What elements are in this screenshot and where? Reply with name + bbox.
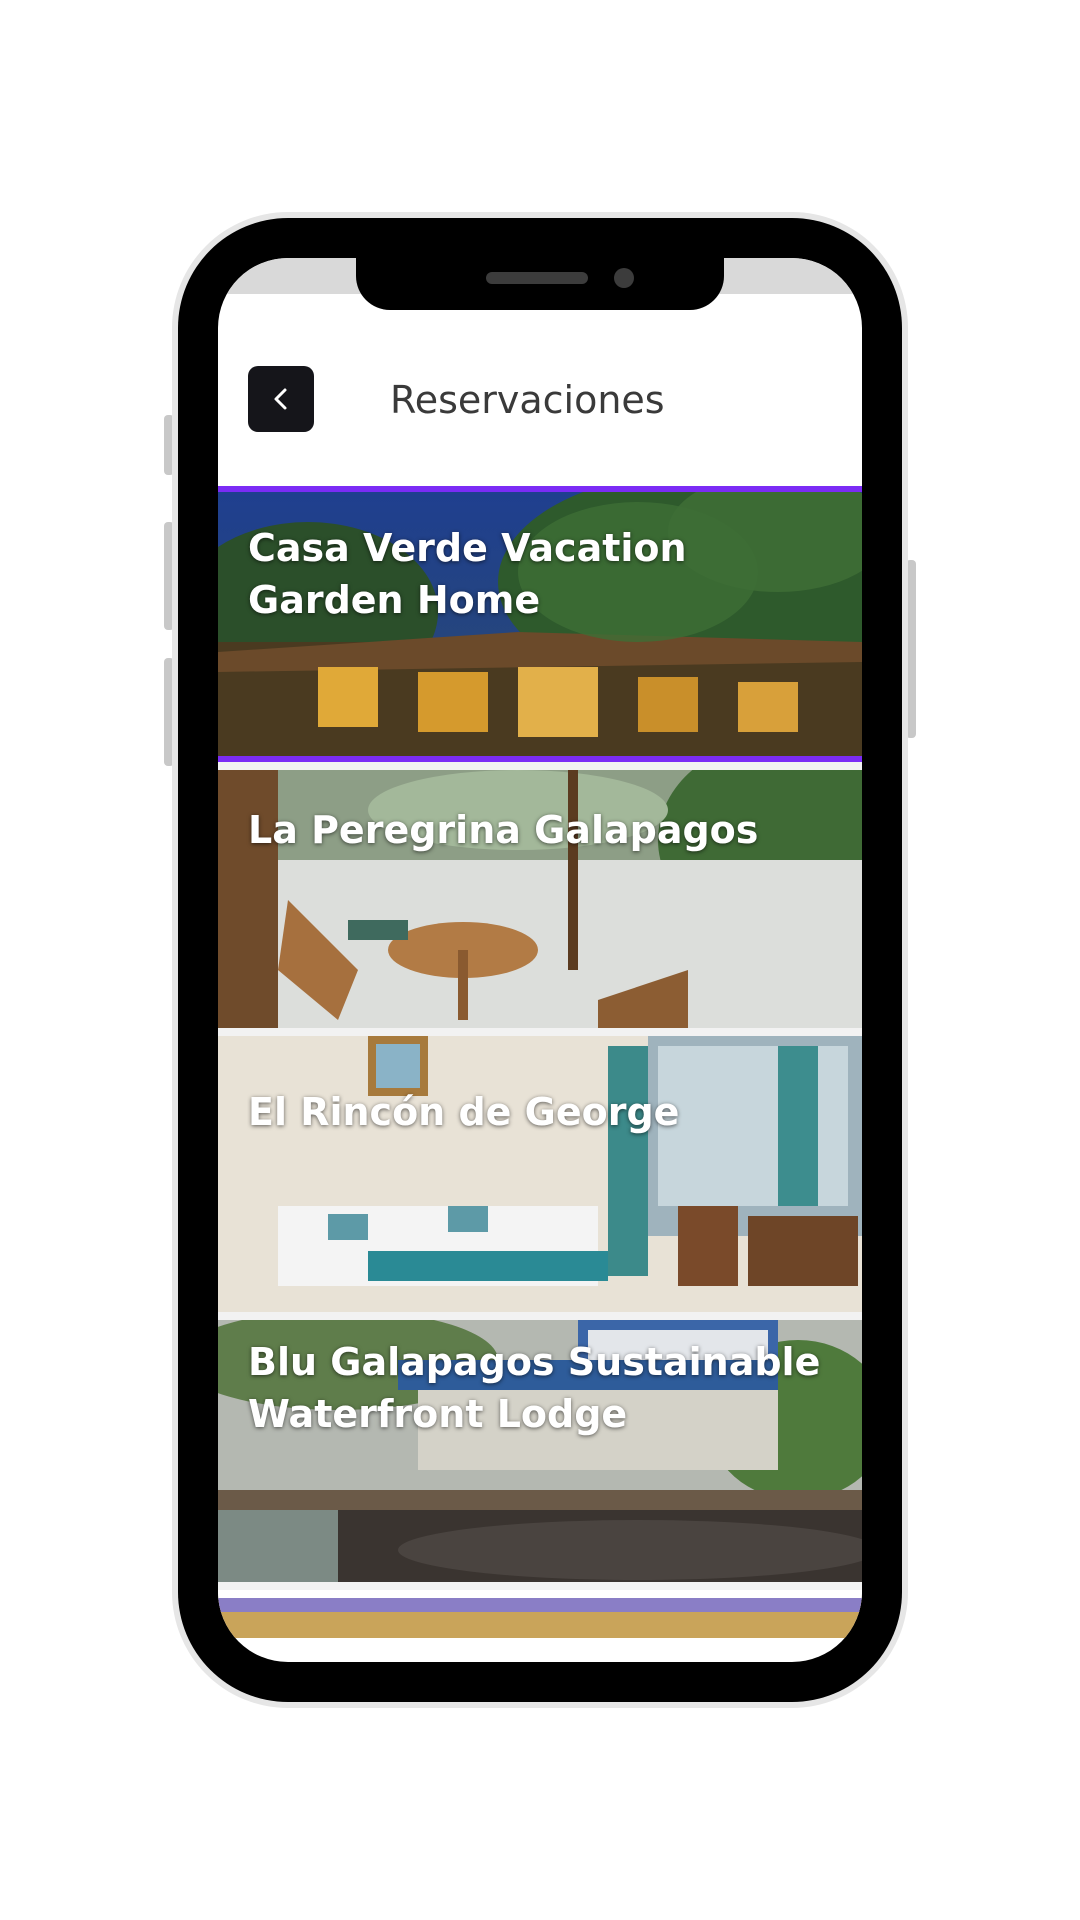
page-title: Reservaciones: [390, 378, 665, 422]
reservation-title: El Rincón de George: [248, 1090, 680, 1134]
reservation-card-la-peregrina[interactable]: La Peregrina Galapagos: [218, 770, 862, 1028]
mute-switch: [164, 415, 174, 475]
front-camera: [614, 268, 634, 288]
divider: [218, 1582, 862, 1590]
divider: [218, 762, 862, 770]
el-rincon-photo: [218, 1036, 862, 1312]
reservation-card-blu-galapagos[interactable]: Blu Galapagos Sustainable Waterfront Lod…: [218, 1320, 862, 1582]
reservation-card-partial[interactable]: [218, 1590, 862, 1650]
reservation-list: Casa Verde Vacation Garden Home La Pereg…: [218, 486, 862, 1650]
back-button[interactable]: [248, 366, 314, 432]
chevron-left-icon: [274, 388, 287, 410]
phone-frame: Reservaciones Casa Verde Vacation Garden…: [178, 218, 902, 1702]
divider: [218, 1312, 862, 1320]
app-header: Reservaciones: [218, 358, 862, 438]
next-reservation-photo: [218, 1590, 862, 1638]
phone-screen: Reservaciones Casa Verde Vacation Garden…: [218, 258, 862, 1662]
speaker: [486, 272, 588, 284]
power-button: [906, 560, 916, 738]
reservation-card-casa-verde[interactable]: Casa Verde Vacation Garden Home: [218, 486, 862, 762]
notch: [356, 258, 724, 310]
volume-down-button: [164, 658, 174, 766]
divider: [218, 1028, 862, 1036]
volume-up-button: [164, 522, 174, 630]
reservation-title: Blu Galapagos Sustainable Waterfront Lod…: [248, 1340, 821, 1436]
page: Reservaciones Casa Verde Vacation Garden…: [0, 0, 1080, 1920]
reservation-title: Casa Verde Vacation Garden Home: [248, 526, 687, 622]
reservation-title: La Peregrina Galapagos: [248, 808, 759, 852]
reservation-card-el-rincon-de-george[interactable]: El Rincón de George: [218, 1036, 862, 1312]
